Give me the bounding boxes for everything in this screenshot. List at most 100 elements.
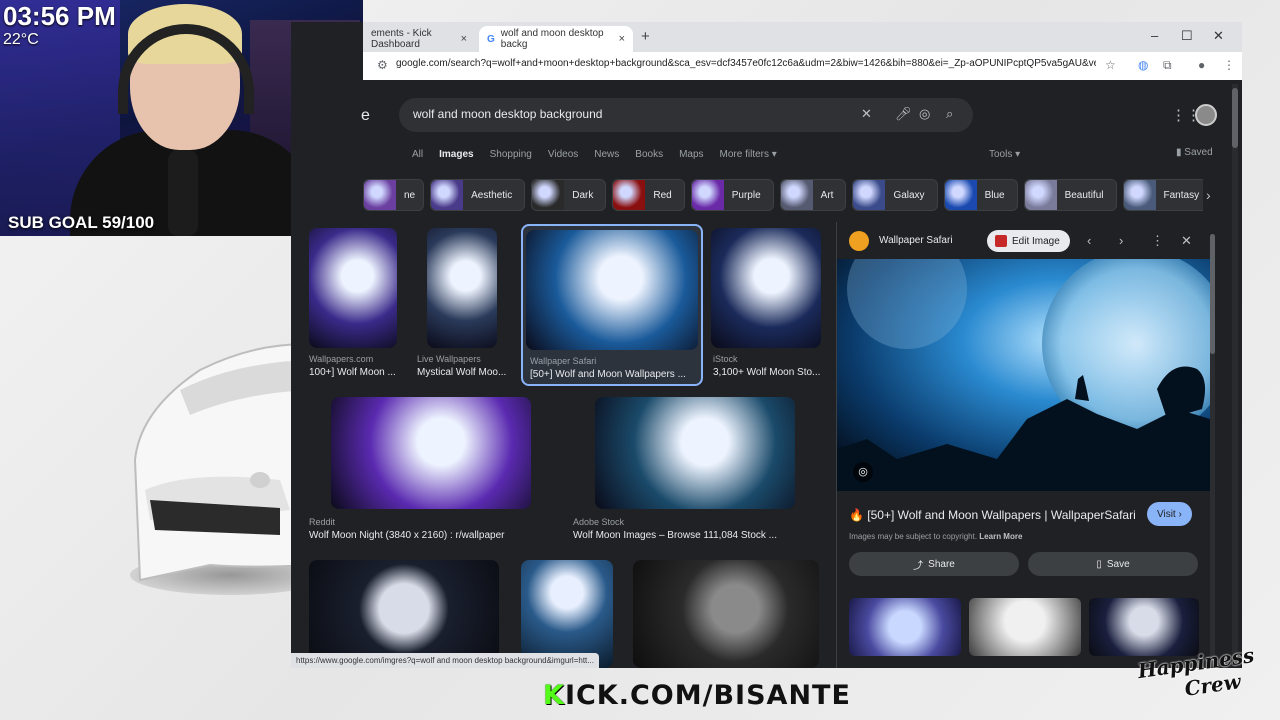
result-image[interactable] bbox=[309, 228, 397, 348]
tab-books[interactable]: Books bbox=[635, 149, 663, 160]
related-image[interactable] bbox=[969, 598, 1081, 656]
panel-scrollbar[interactable] bbox=[1210, 234, 1215, 664]
chevron-left-icon[interactable]: ‹ bbox=[1087, 233, 1091, 248]
tab-news[interactable]: News bbox=[594, 149, 619, 160]
panel-title-text: [50+] Wolf and Moon Wallpapers | Wallpap… bbox=[867, 508, 1136, 522]
chip-art[interactable]: Art bbox=[779, 179, 847, 211]
result-card-selected[interactable]: Wallpaper Safari [50+] Wolf and Moon Wal… bbox=[521, 224, 703, 386]
clear-icon[interactable]: ✕ bbox=[861, 106, 872, 122]
search-box[interactable]: wolf and moon desktop background ✕ 🎤︎ ◎ … bbox=[399, 98, 973, 132]
tab-kick-dashboard[interactable]: ements - Kick Dashboard × bbox=[363, 26, 475, 52]
result-card[interactable]: Adobe Stock Wolf Moon Images – Browse 11… bbox=[571, 397, 821, 547]
result-image[interactable] bbox=[427, 228, 497, 348]
result-image[interactable] bbox=[633, 560, 819, 668]
tab-label: ements - Kick Dashboard bbox=[371, 28, 432, 50]
minimize-button[interactable]: – bbox=[1151, 28, 1158, 43]
result-card[interactable]: Reddit Wolf Moon Night (3840 x 2160) : r… bbox=[307, 397, 557, 547]
tab-google-images[interactable]: G wolf and moon desktop backg × bbox=[479, 26, 633, 52]
page-scrollbar[interactable] bbox=[1232, 84, 1238, 664]
close-icon[interactable]: ✕ bbox=[1181, 233, 1192, 249]
saved-link[interactable]: ▮ Saved bbox=[1176, 147, 1213, 158]
close-tab-icon[interactable]: × bbox=[619, 33, 625, 45]
chip-dark[interactable]: Dark bbox=[531, 179, 607, 211]
share-button[interactable]: ⤴ Share bbox=[849, 552, 1019, 576]
avatar[interactable] bbox=[1195, 104, 1217, 126]
tools-button[interactable]: Tools ▾ bbox=[989, 149, 1020, 160]
close-tab-icon[interactable]: × bbox=[461, 33, 467, 45]
tab-maps[interactable]: Maps bbox=[679, 149, 703, 160]
related-image[interactable] bbox=[849, 598, 961, 656]
panel-site-name[interactable]: Wallpaper Safari bbox=[879, 235, 953, 246]
chip-label: Purple bbox=[731, 189, 761, 201]
maximize-button[interactable]: ☐ bbox=[1181, 28, 1193, 44]
tab-all[interactable]: All bbox=[412, 149, 423, 160]
chip-ne[interactable]: ne bbox=[363, 179, 425, 211]
result-image[interactable] bbox=[521, 560, 613, 668]
result-card[interactable]: iStock 3,100+ Wolf Moon Sto... bbox=[711, 228, 823, 383]
chip-label: ne bbox=[404, 189, 416, 201]
profile-icon[interactable]: ● bbox=[1198, 58, 1205, 72]
browser-window: ements - Kick Dashboard × G wolf and moo… bbox=[291, 22, 1242, 668]
extension-icon[interactable]: ◍ bbox=[1138, 58, 1148, 72]
new-tab-button[interactable]: + bbox=[641, 28, 650, 45]
close-window-button[interactable]: ✕ bbox=[1213, 28, 1224, 44]
result-image[interactable] bbox=[711, 228, 821, 348]
scrollbar-thumb[interactable] bbox=[1232, 88, 1238, 148]
chip-thumbnail bbox=[1024, 180, 1057, 210]
site-settings-icon[interactable]: ⚙ bbox=[377, 58, 388, 72]
related-image[interactable] bbox=[1089, 598, 1199, 656]
share-label: Share bbox=[928, 558, 955, 570]
chip-aesthetic[interactable]: Aesthetic bbox=[430, 179, 526, 211]
menu-dots-icon[interactable]: ⋮ bbox=[1223, 58, 1235, 72]
result-image[interactable] bbox=[309, 560, 499, 668]
chip-purple[interactable]: Purple bbox=[690, 179, 774, 211]
chip-beautiful[interactable]: Beautiful bbox=[1023, 179, 1117, 211]
lens-icon[interactable]: ◎ bbox=[919, 106, 930, 122]
result-card[interactable] bbox=[309, 560, 499, 668]
tab-videos[interactable]: Videos bbox=[548, 149, 578, 160]
kick-logo-letter: K bbox=[543, 680, 565, 711]
result-image[interactable] bbox=[331, 397, 531, 509]
chip-thumbnail bbox=[1123, 180, 1156, 210]
extensions-puzzle-icon[interactable]: ⧉ bbox=[1163, 58, 1172, 73]
result-card[interactable]: Live Wallpapers Mystical Wolf Moo... bbox=[417, 228, 513, 383]
edit-image-button[interactable]: Edit Image bbox=[987, 230, 1070, 252]
chip-fantasy[interactable]: Fantasy bbox=[1122, 179, 1203, 211]
panel-title[interactable]: 🔥 [50+] Wolf and Moon Wallpapers | Wallp… bbox=[849, 508, 1136, 522]
result-source: Wallpaper Safari bbox=[530, 356, 597, 366]
chevron-right-icon[interactable]: › bbox=[1119, 233, 1123, 248]
google-icon: G bbox=[487, 33, 495, 45]
chevron-right-icon[interactable]: › bbox=[1206, 187, 1211, 203]
result-card[interactable] bbox=[633, 560, 819, 668]
lens-search-icon[interactable]: ◎ bbox=[853, 462, 873, 482]
chip-red[interactable]: Red bbox=[612, 179, 685, 211]
result-image[interactable] bbox=[526, 230, 698, 350]
result-card[interactable]: Wallpapers.com 100+] Wolf Moon ... bbox=[309, 228, 401, 383]
copyright-text: Images may be subject to copyright. bbox=[849, 532, 978, 541]
site-favicon bbox=[849, 231, 869, 251]
scrollbar-thumb[interactable] bbox=[1210, 234, 1215, 354]
more-options-icon[interactable]: ⋮ bbox=[1151, 233, 1164, 249]
chip-galaxy[interactable]: Galaxy bbox=[852, 179, 938, 211]
result-card[interactable] bbox=[521, 560, 613, 668]
result-image[interactable] bbox=[595, 397, 795, 509]
google-logo-icon[interactable]: e bbox=[361, 107, 370, 125]
chip-thumbnail bbox=[691, 180, 724, 210]
learn-more-link[interactable]: Learn More bbox=[979, 532, 1022, 541]
chip-blue[interactable]: Blue bbox=[943, 179, 1018, 211]
tab-shopping[interactable]: Shopping bbox=[490, 149, 532, 160]
mic-icon[interactable]: 🎤︎ bbox=[895, 106, 912, 122]
tab-images[interactable]: Images bbox=[439, 149, 473, 160]
search-icon[interactable]: ⌕ bbox=[946, 106, 953, 122]
preview-image[interactable] bbox=[837, 259, 1210, 491]
save-button[interactable]: ▯ Save bbox=[1028, 552, 1198, 576]
bookmark-star-icon[interactable]: ☆ bbox=[1105, 58, 1116, 72]
chip-label: Red bbox=[653, 189, 672, 201]
search-input[interactable]: wolf and moon desktop background bbox=[413, 107, 602, 121]
more-filters[interactable]: More filters ▾ bbox=[720, 149, 777, 160]
visit-button[interactable]: Visit › bbox=[1147, 502, 1192, 526]
chip-thumbnail bbox=[780, 180, 813, 210]
url-field[interactable]: google.com/search?q=wolf+and+moon+deskto… bbox=[396, 58, 1096, 69]
result-source: Adobe Stock bbox=[573, 517, 625, 527]
save-label: Save bbox=[1106, 558, 1130, 570]
